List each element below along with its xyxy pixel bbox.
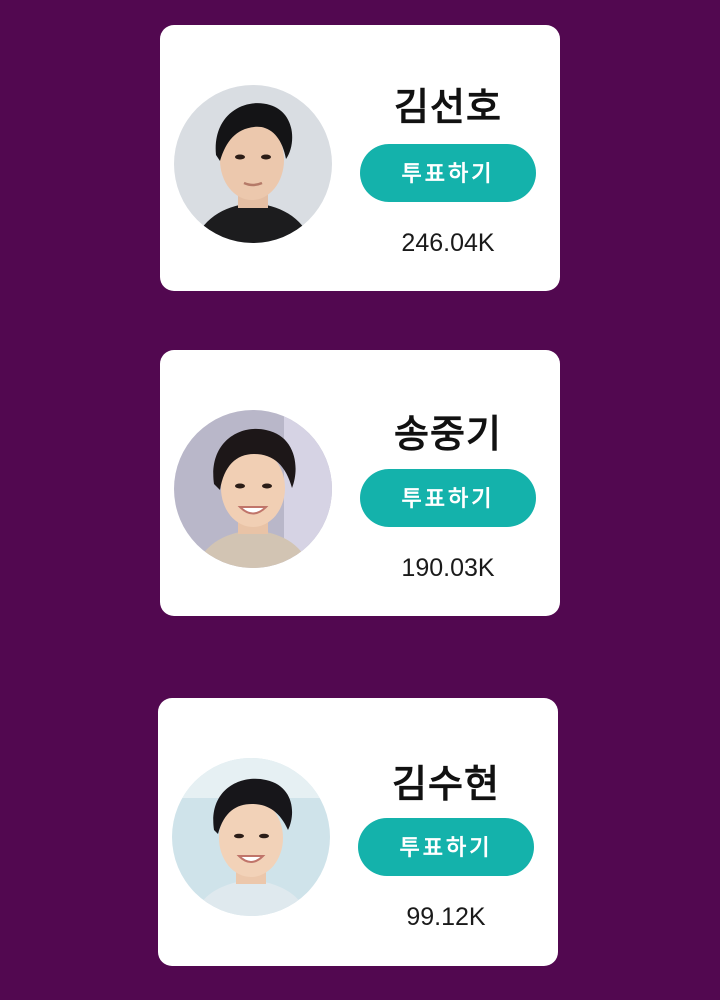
candidate-card: 송중기 투표하기 190.03K — [160, 350, 560, 616]
candidate-photo — [174, 85, 332, 243]
vote-count: 99.12K — [406, 903, 486, 931]
portrait-image — [172, 758, 330, 916]
candidate-card: 김수현 투표하기 99.12K — [158, 698, 558, 966]
vote-count: 246.04K — [401, 229, 495, 257]
vote-button[interactable]: 투표하기 — [360, 144, 536, 202]
candidate-photo — [174, 410, 332, 568]
portrait-image — [174, 410, 332, 568]
vote-button[interactable]: 투표하기 — [358, 818, 534, 876]
vote-button[interactable]: 투표하기 — [360, 469, 536, 527]
candidate-photo — [172, 758, 330, 916]
candidate-name: 송중기 — [394, 412, 502, 456]
vote-count: 190.03K — [401, 554, 495, 582]
candidate-card: 김선호 투표하기 246.04K — [160, 25, 560, 291]
candidate-name: 김선호 — [394, 85, 502, 129]
candidate-name: 김수현 — [392, 762, 500, 806]
portrait-image — [174, 85, 332, 243]
